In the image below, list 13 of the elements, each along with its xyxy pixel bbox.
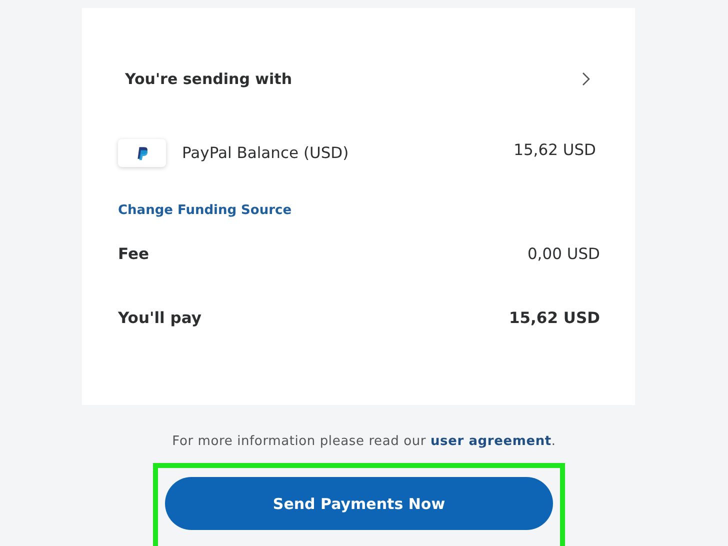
paypal-logo-icon bbox=[118, 139, 166, 167]
change-funding-link[interactable]: Change Funding Source bbox=[118, 203, 600, 218]
summary-label: Fee bbox=[118, 245, 149, 263]
summary-value: 0,00 USD bbox=[527, 245, 600, 263]
send-payments-button[interactable]: Send Payments Now bbox=[165, 477, 553, 530]
funding-source-name: PayPal Balance (USD) bbox=[182, 144, 350, 162]
agreement-note: For more information please read our user agreement. bbox=[171, 434, 557, 449]
funding-source-amount: 15,62 USD bbox=[514, 141, 596, 159]
section-title: You're sending with bbox=[125, 70, 292, 88]
summary-value: 15,62 USD bbox=[508, 309, 600, 327]
summary-label: You'll pay bbox=[118, 309, 202, 327]
user-agreement-link[interactable]: user agreement bbox=[430, 434, 552, 449]
chevron-right-icon[interactable] bbox=[582, 72, 590, 86]
